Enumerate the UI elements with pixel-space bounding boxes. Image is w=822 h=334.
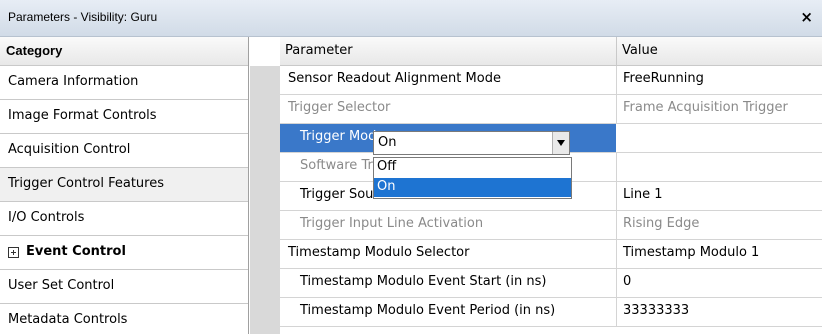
dropdown-option-on[interactable]: On <box>374 178 571 197</box>
category-item-io-controls[interactable]: I/O Controls <box>0 202 248 236</box>
category-header: Category <box>0 37 248 66</box>
cell-divider <box>616 298 617 326</box>
category-item-event-control[interactable]: Event Control <box>0 236 248 270</box>
category-header-label: Category <box>6 43 63 58</box>
column-header-value[interactable]: Value <box>617 37 822 66</box>
param-name: Timestamp Modulo Selector <box>288 245 470 260</box>
param-row-trigger-input-line-activation[interactable]: Trigger Input Line Activation Rising Edg… <box>280 211 822 240</box>
param-name: Timestamp Modulo Event Period (in ns) <box>300 303 556 318</box>
param-name: Trigger Selector <box>288 100 391 115</box>
title-bar: Parameters - Visibility: Guru × <box>0 0 822 37</box>
param-value[interactable]: Line 1 <box>623 187 663 202</box>
param-row-timestamp-modulo-event-start[interactable]: Timestamp Modulo Event Start (in ns) 0 <box>280 269 822 298</box>
dropdown-option-off[interactable]: Off <box>374 158 571 177</box>
category-item-metadata-controls[interactable]: Metadata Controls <box>0 304 248 334</box>
cell-divider <box>616 211 617 239</box>
param-value[interactable]: FreeRunning <box>623 71 704 86</box>
cell-divider <box>616 240 617 268</box>
chevron-down-icon[interactable] <box>552 132 569 154</box>
category-item-label: Camera Information <box>8 74 139 89</box>
cell-divider <box>616 66 617 94</box>
category-item-label: Metadata Controls <box>8 312 128 327</box>
param-row-sensor-readout-alignment-mode[interactable]: Sensor Readout Alignment Mode FreeRunnin… <box>280 66 822 95</box>
dropdown-option-label: Off <box>377 159 397 174</box>
column-header-label: Value <box>622 43 658 58</box>
category-item-label: Event Control <box>26 244 126 259</box>
trigger-mode-combo[interactable]: On <box>373 131 570 155</box>
param-value: Rising Edge <box>623 216 700 231</box>
window-title: Parameters - Visibility: Guru <box>8 10 158 24</box>
grid-gutter <box>250 66 280 334</box>
param-value: Frame Acquisition Trigger <box>623 100 788 115</box>
category-item-camera-information[interactable]: Camera Information <box>0 66 248 100</box>
category-item-trigger-control-features[interactable]: Trigger Control Features <box>0 168 248 202</box>
trigger-mode-dropdown-list: Off On <box>373 157 572 199</box>
category-item-label: User Set Control <box>8 278 115 293</box>
param-name: Timestamp Modulo Event Start (in ns) <box>300 274 547 289</box>
cell-divider <box>616 182 617 210</box>
param-row-timestamp-modulo-selector[interactable]: Timestamp Modulo Selector Timestamp Modu… <box>280 240 822 269</box>
cell-divider <box>616 95 617 123</box>
close-icon[interactable]: × <box>800 8 813 26</box>
dropdown-option-label: On <box>377 179 396 194</box>
plus-box-icon[interactable] <box>8 247 19 258</box>
category-item-label: Image Format Controls <box>8 108 157 123</box>
param-row-timestamp-modulo-event-period[interactable]: Timestamp Modulo Event Period (in ns) 33… <box>280 298 822 327</box>
category-item-acquisition-control[interactable]: Acquisition Control <box>0 134 248 168</box>
column-header-parameter[interactable]: Parameter <box>280 37 617 66</box>
category-item-user-set-control[interactable]: User Set Control <box>0 270 248 304</box>
category-pane: Category Camera Information Image Format… <box>0 37 249 334</box>
column-header-label: Parameter <box>285 43 353 58</box>
category-item-label: I/O Controls <box>8 210 85 225</box>
param-value[interactable]: Timestamp Modulo 1 <box>623 245 759 260</box>
param-name: Trigger Mode <box>300 129 385 144</box>
cell-divider <box>616 269 617 297</box>
cell-divider <box>616 153 617 181</box>
category-item-label: Trigger Control Features <box>8 176 164 191</box>
category-item-label: Acquisition Control <box>8 142 131 157</box>
param-name: Sensor Readout Alignment Mode <box>288 71 501 86</box>
param-name: Trigger Input Line Activation <box>300 216 484 231</box>
param-value[interactable]: 0 <box>623 274 631 289</box>
combo-current-value: On <box>378 135 397 150</box>
param-row-trigger-selector[interactable]: Trigger Selector Frame Acquisition Trigg… <box>280 95 822 124</box>
param-value[interactable]: 33333333 <box>623 303 689 318</box>
category-item-image-format-controls[interactable]: Image Format Controls <box>0 100 248 134</box>
parameters-window: Parameters - Visibility: Guru × Category… <box>0 0 822 334</box>
